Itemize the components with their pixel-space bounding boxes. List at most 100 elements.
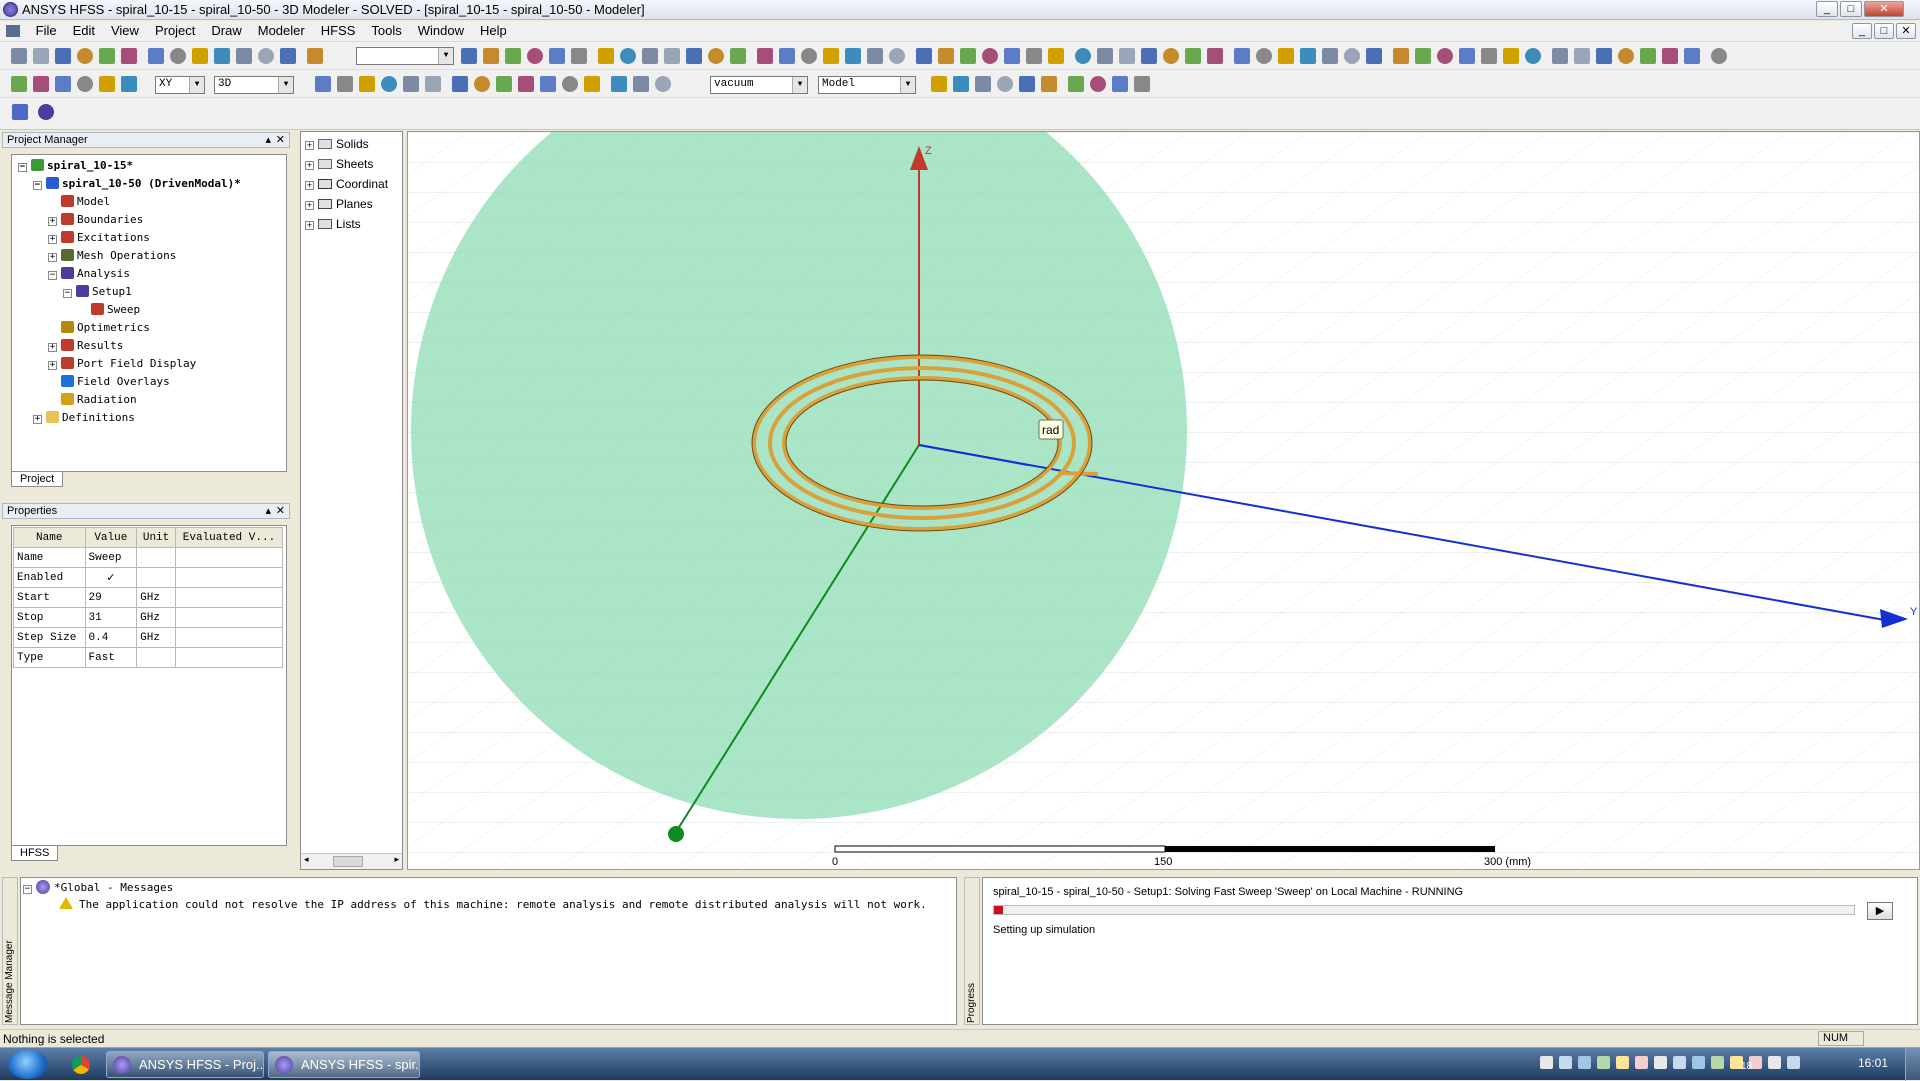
hfss-validate-icon[interactable]	[12, 104, 28, 120]
modeler-tool-icon[interactable]	[867, 48, 883, 64]
column-header[interactable]: Name	[13, 527, 86, 548]
tree-item[interactable]: + Port Field Display	[48, 356, 196, 372]
modeler-tool-icon[interactable]	[1004, 48, 1020, 64]
taskbar-item-modeler[interactable]: ANSYS HFSS - spir...	[268, 1051, 420, 1078]
tree-item[interactable]: − spiral_10-15*	[18, 158, 133, 174]
snap-tool-icon[interactable]	[931, 76, 947, 92]
model-tree-item[interactable]: + Solids	[301, 134, 402, 154]
modeler-tool-icon[interactable]	[1640, 48, 1656, 64]
minimize-button[interactable]: _	[1816, 1, 1838, 17]
modeler-tool-icon[interactable]	[549, 48, 565, 64]
tree-expander-icon[interactable]: +	[48, 343, 57, 352]
layer-select[interactable]: ▼	[356, 47, 454, 65]
material-select[interactable]: vacuum ▼	[710, 76, 808, 94]
scroll-left-icon[interactable]: ◂	[304, 854, 309, 865]
column-header[interactable]: Evaluated V...	[174, 527, 284, 548]
modeler-tool-icon[interactable]	[571, 48, 587, 64]
modeler-tool-icon[interactable]	[757, 48, 773, 64]
file-tool-icon[interactable]	[33, 48, 49, 64]
modeler-tool-icon[interactable]	[1393, 48, 1409, 64]
model-select[interactable]: Model ▼	[818, 76, 916, 94]
modeler-tool-icon[interactable]	[1596, 48, 1612, 64]
snap-tool-icon[interactable]	[1112, 76, 1128, 92]
plane-select[interactable]: XY ▼	[155, 76, 205, 94]
modeler-tool-icon[interactable]	[1141, 48, 1157, 64]
edit-tool-icon[interactable]	[121, 76, 137, 92]
tree-item[interactable]: − Setup1	[63, 284, 132, 300]
scroll-thumb[interactable]	[333, 856, 363, 867]
modeler-tool-icon[interactable]	[730, 48, 746, 64]
tree-item[interactable]: + Definitions	[33, 410, 135, 426]
modeler-tool-icon[interactable]	[1278, 48, 1294, 64]
modeler-tool-icon[interactable]	[1574, 48, 1590, 64]
modeler-tool-icon[interactable]	[1503, 48, 1519, 64]
modeler-tool-icon[interactable]	[1300, 48, 1316, 64]
taskbar-item-project[interactable]: ANSYS HFSS - Proj...	[106, 1051, 264, 1078]
property-row[interactable]: Step Size 0.4 GHz	[13, 627, 284, 648]
3d-viewport[interactable]: Z Y rad 0 150 300 (mm)	[407, 131, 1920, 870]
mdi-minimize-button[interactable]: _	[1852, 23, 1872, 39]
boolean-tool-icon[interactable]	[518, 76, 534, 92]
property-row[interactable]: Name Sweep	[13, 547, 284, 568]
tree-expander-icon[interactable]: +	[305, 201, 314, 210]
edit-tool-icon[interactable]	[99, 76, 115, 92]
modeler-tool-icon[interactable]	[1119, 48, 1135, 64]
mdi-close-button[interactable]: ✕	[1896, 23, 1916, 39]
model-tree-item[interactable]: + Planes	[301, 194, 402, 214]
modeler-tool-icon[interactable]	[960, 48, 976, 64]
boolean-tool-icon[interactable]	[337, 76, 353, 92]
tree-item[interactable]: − spiral_10-50 (DrivenModal)*	[33, 176, 241, 192]
edit-tool-icon[interactable]	[77, 76, 93, 92]
property-cell[interactable]: ✓	[84, 567, 138, 588]
menu-window[interactable]: Window	[410, 21, 472, 40]
boolean-tool-icon[interactable]	[315, 76, 331, 92]
modeler-tool-icon[interactable]	[1459, 48, 1475, 64]
property-row[interactable]: Stop 31 GHz	[13, 607, 284, 628]
tree-expander-icon[interactable]: +	[305, 181, 314, 190]
tree-expander-icon[interactable]: +	[305, 141, 314, 150]
tree-expander-icon[interactable]: −	[33, 181, 42, 190]
tree-item[interactable]: + Mesh Operations	[48, 248, 176, 264]
tray-icon[interactable]	[1711, 1056, 1724, 1069]
pin-icon[interactable]: ▴	[265, 133, 271, 146]
model-tree-item[interactable]: + Coordinat	[301, 174, 402, 194]
file-tool-icon[interactable]	[214, 48, 230, 64]
modeler-tool-icon[interactable]	[1322, 48, 1338, 64]
modeler-tool-icon[interactable]	[889, 48, 905, 64]
modeler-tool-icon[interactable]	[1481, 48, 1497, 64]
tree-item[interactable]: Model	[48, 194, 110, 210]
modeler-tool-icon[interactable]	[1525, 48, 1541, 64]
property-row[interactable]: Start 29 GHz	[13, 587, 284, 608]
modeler-tool-icon[interactable]	[845, 48, 861, 64]
edit-tool-icon[interactable]	[55, 76, 71, 92]
edit-tool-icon[interactable]	[33, 76, 49, 92]
tree-item[interactable]: − Analysis	[48, 266, 130, 282]
snap-tool-icon[interactable]	[997, 76, 1013, 92]
tray-icon[interactable]	[1597, 1056, 1610, 1069]
tree-expander-icon[interactable]: −	[18, 163, 27, 172]
boolean-tool-icon[interactable]	[655, 76, 671, 92]
snap-tool-icon[interactable]	[953, 76, 969, 92]
menu-file[interactable]: File	[28, 21, 65, 40]
menu-draw[interactable]: Draw	[203, 21, 249, 40]
modeler-tool-icon[interactable]	[1711, 48, 1727, 64]
menu-hfss[interactable]: HFSS	[313, 21, 364, 40]
boolean-tool-icon[interactable]	[611, 76, 627, 92]
tray-icon[interactable]	[1673, 1056, 1686, 1069]
snap-tool-icon[interactable]	[1134, 76, 1150, 92]
tree-item[interactable]: + Boundaries	[48, 212, 143, 228]
tree-item[interactable]: + Excitations	[48, 230, 150, 246]
file-tool-icon[interactable]	[307, 48, 323, 64]
property-cell[interactable]: 31	[84, 607, 138, 628]
modeler-tool-icon[interactable]	[505, 48, 521, 64]
file-tool-icon[interactable]	[258, 48, 274, 64]
modeler-tool-icon[interactable]	[1207, 48, 1223, 64]
modeler-tool-icon[interactable]	[1026, 48, 1042, 64]
snap-tool-icon[interactable]	[1068, 76, 1084, 92]
tray-icon[interactable]	[1578, 1056, 1591, 1069]
hfss-analyze-icon[interactable]	[37, 104, 54, 120]
boolean-tool-icon[interactable]	[403, 76, 419, 92]
modeler-tool-icon[interactable]	[527, 48, 543, 64]
modeler-tool-icon[interactable]	[1437, 48, 1453, 64]
tray-icon[interactable]	[1787, 1056, 1800, 1069]
